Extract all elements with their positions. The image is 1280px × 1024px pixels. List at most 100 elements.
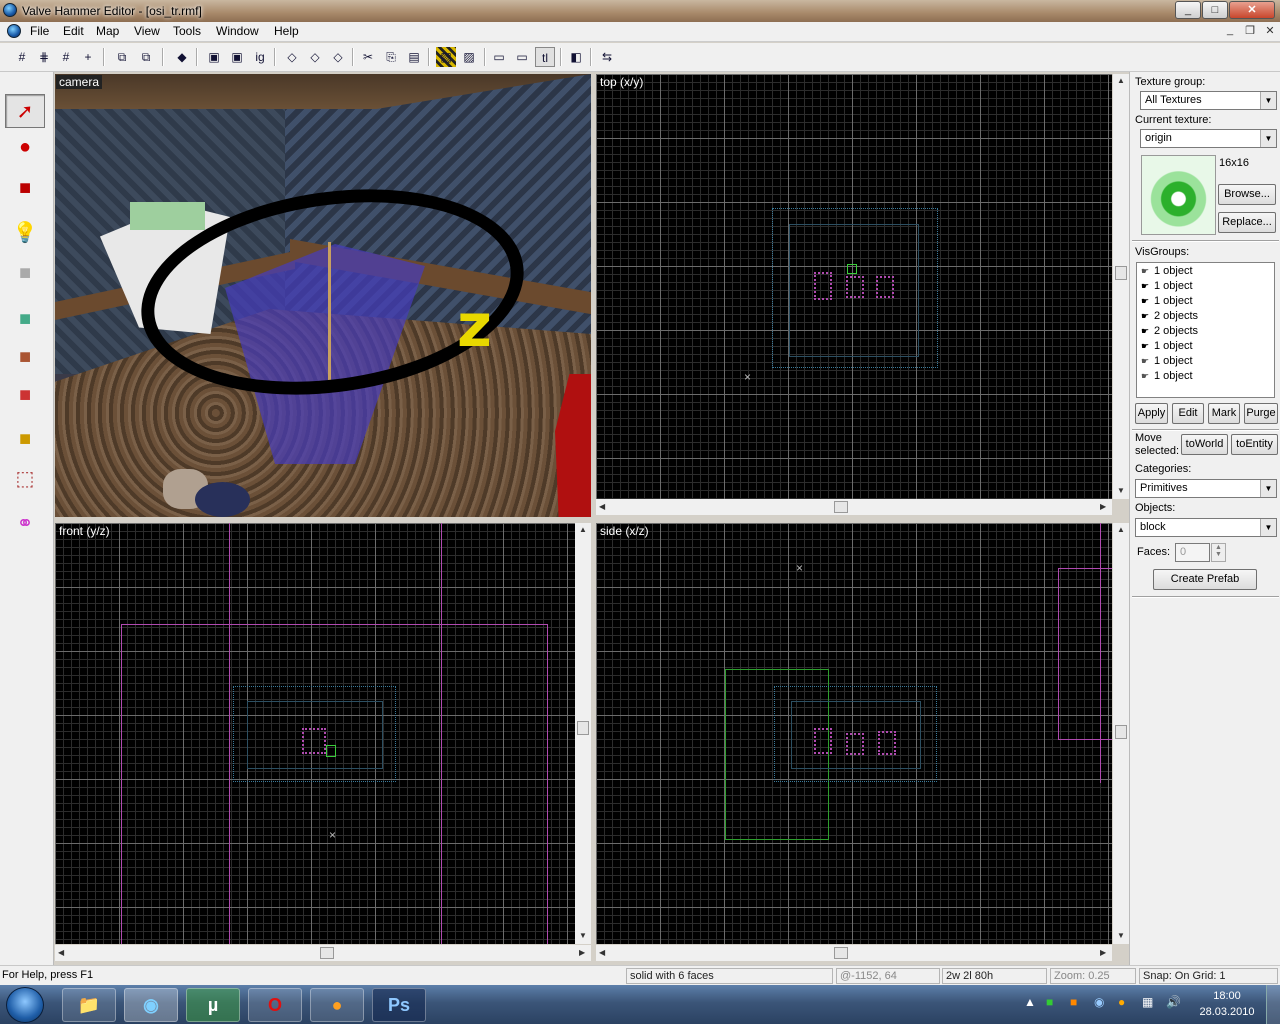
maximize-button[interactable]: □ [1202,1,1228,19]
hammer-taskbar-icon[interactable]: ◉ [124,988,178,1022]
front-viewport[interactable]: × front (y/z) [55,523,575,944]
grid-3d-icon[interactable]: ⋕ [34,47,54,67]
carve-icon[interactable]: ◆ [172,47,192,67]
visgroup-item[interactable]: ☛ 2 objects [1141,310,1198,325]
browse-button[interactable]: Browse... [1218,184,1276,205]
visgroup-item[interactable]: ☛ 1 object [1141,265,1193,280]
mdi-restore-button[interactable]: ❐ [1242,24,1258,39]
top-hscroll[interactable]: ◀ ▶ [596,499,1112,515]
hazard-icon[interactable]: ▨ [436,47,456,67]
run-map-icon[interactable]: ◧ [566,47,586,67]
tray-media-icon[interactable]: ● [1118,995,1125,1009]
show-desktop-button[interactable] [1266,985,1280,1024]
select-objects-icon[interactable]: ▭ [512,47,532,67]
menu-map[interactable]: Map [96,24,119,38]
magnify-tool-icon[interactable]: ● [5,130,45,164]
visgroup-item[interactable]: ☛ 1 object [1141,355,1193,370]
purge-button[interactable]: Purge [1244,403,1278,424]
menu-view[interactable]: View [134,24,160,38]
hide-unselected-icon[interactable]: ▣ [227,47,247,67]
opera-taskbar-icon[interactable]: O [248,988,302,1022]
menu-edit[interactable]: Edit [63,24,84,38]
grid-smaller-icon[interactable]: # [56,47,76,67]
texture-preview[interactable] [1141,155,1216,235]
visgroup-item[interactable]: ☛ 1 object [1141,340,1193,355]
grid-larger-icon[interactable]: + [78,47,98,67]
ungroup-icon[interactable]: ⧉ [136,47,156,67]
texture-lock-icon[interactable]: ◇ [282,47,302,67]
vertex-tool-icon[interactable]: ⬚ [5,462,45,496]
tray-update-icon[interactable]: ◉ [1094,995,1104,1009]
replace-button[interactable]: Replace... [1218,212,1276,233]
minimize-button[interactable]: _ [1175,1,1201,19]
mdi-close-button[interactable]: ✕ [1262,24,1278,39]
photoshop-taskbar-icon[interactable]: Ps [372,988,426,1022]
media-taskbar-icon[interactable]: ● [310,988,364,1022]
menu-help[interactable]: Help [274,24,299,38]
apply-texture-tool-icon[interactable]: ■ [5,340,45,374]
clip-tool-icon[interactable]: ■ [5,422,45,456]
tray-expand-icon[interactable]: ▲ [1024,995,1036,1009]
entity-tool-icon[interactable]: 💡 [5,216,45,250]
menu-window[interactable]: Window [216,24,259,38]
visgroup-item[interactable]: ☛ 1 object [1141,370,1193,385]
block-tool-icon[interactable]: ■ [5,256,45,290]
tray-app-icon[interactable]: ■ [1070,995,1077,1009]
texture-lock-toggle[interactable]: tl [535,47,555,67]
doc-globe-icon[interactable] [7,24,21,38]
path-tool-icon[interactable]: ⚭ [5,507,45,541]
ignore-groups-icon[interactable]: ig [250,47,270,67]
copy-icon[interactable]: ⎘ [381,47,401,67]
to-entity-button[interactable]: toEntity [1231,434,1278,455]
grid-toggle-icon[interactable]: # [12,47,32,67]
cut-icon[interactable]: ✂ [358,47,378,67]
visgroups-list[interactable]: ☛ 1 object ☛ 1 object ☛ 1 object ☛ 2 objects… [1136,262,1275,398]
front-hscroll[interactable]: ◀ ▶ [55,945,591,961]
rotate-icon[interactable]: ◇ [328,47,348,67]
menu-tools[interactable]: Tools [173,24,201,38]
visgroup-item[interactable]: ☛ 1 object [1141,280,1193,295]
faces-input[interactable]: 0 [1175,543,1210,562]
group-icon[interactable]: ⧉ [112,47,132,67]
front-vscroll[interactable]: ▲ ▼ [575,523,591,944]
edit-button[interactable]: Edit [1172,403,1204,424]
camera-tool-icon[interactable]: ■ [5,171,45,205]
selection-tool-icon[interactable]: ➚ [5,94,45,128]
selection-box-icon[interactable]: ▨ [459,47,479,67]
select-by-handles-icon[interactable]: ▭ [489,47,509,67]
current-texture-select[interactable]: origin ▼ [1140,129,1277,148]
menu-file[interactable]: File [30,24,49,38]
tray-utorrent-icon[interactable]: ■ [1046,995,1053,1009]
side-viewport[interactable]: × side (x/z) [596,523,1112,944]
texture-group-select[interactable]: All Textures ▼ [1140,91,1277,110]
toggle-texlock-scale-icon[interactable]: ⇆ [597,47,617,67]
tray-volume-icon[interactable]: 🔊 [1166,995,1181,1009]
visgroup-item[interactable]: ☛ 2 objects [1141,325,1198,340]
start-button[interactable] [6,987,44,1023]
clock-time[interactable]: 18:00 [1200,990,1254,1002]
paste-icon[interactable]: ▤ [404,47,424,67]
decal-tool-icon[interactable]: ■ [5,378,45,412]
faces-spinner[interactable]: ▲ ▼ [1211,543,1226,562]
flip-icon[interactable]: ◇ [305,47,325,67]
camera-viewport[interactable]: z camera [55,74,591,517]
top-vscroll[interactable]: ▲ ▼ [1113,74,1129,499]
categories-select[interactable]: Primitives ▼ [1135,479,1277,498]
mark-button[interactable]: Mark [1208,403,1240,424]
mdi-minimize-button[interactable]: _ [1222,24,1238,39]
utorrent-taskbar-icon[interactable]: µ [186,988,240,1022]
tray-network-icon[interactable]: ▦ [1142,995,1153,1009]
objects-select[interactable]: block ▼ [1135,518,1277,537]
clock-date[interactable]: 28.03.2010 [1196,1006,1258,1018]
visgroup-item[interactable]: ☛ 1 object [1141,295,1193,310]
close-button[interactable]: ✕ [1229,1,1275,19]
apply-button[interactable]: Apply [1135,403,1168,424]
to-world-button[interactable]: toWorld [1181,434,1228,455]
side-hscroll[interactable]: ◀ ▶ [596,945,1112,961]
texture-tool-icon[interactable]: ■ [5,302,45,336]
explorer-taskbar-icon[interactable]: 📁 [62,988,116,1022]
side-vscroll[interactable]: ▲ ▼ [1113,523,1129,944]
top-viewport[interactable]: × top (x/y) [596,74,1112,499]
hide-selected-icon[interactable]: ▣ [204,47,224,67]
create-prefab-button[interactable]: Create Prefab [1153,569,1257,590]
